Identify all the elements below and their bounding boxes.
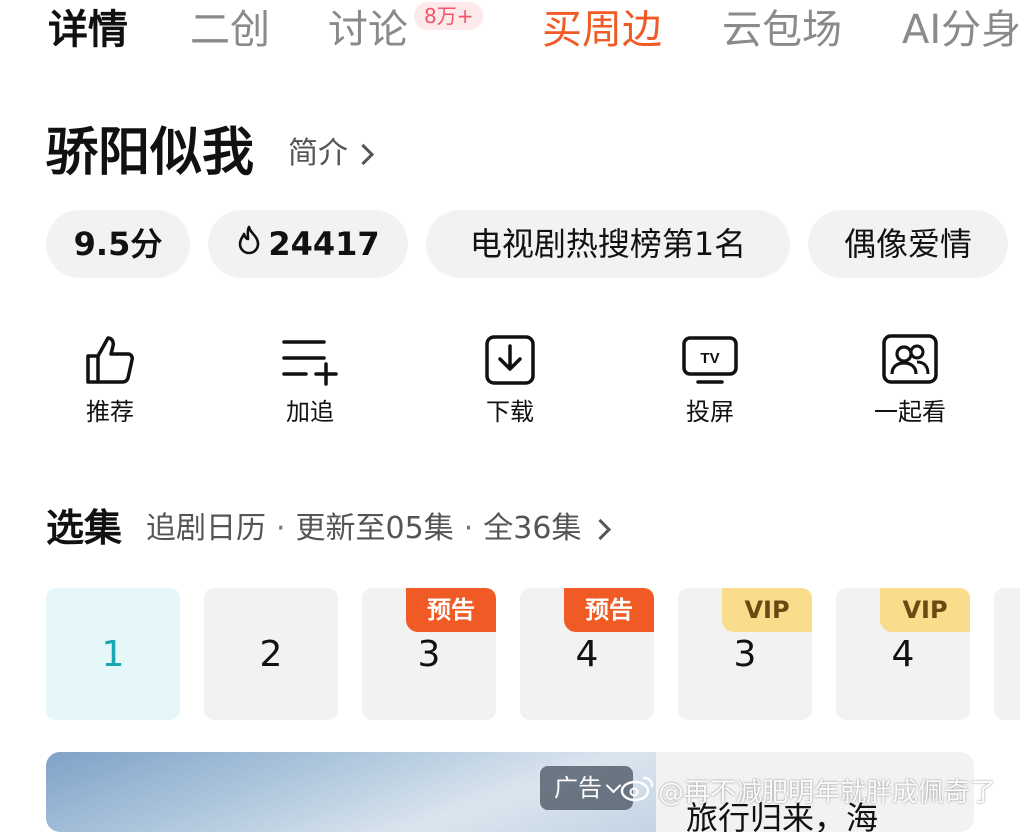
intro-link[interactable]: 简介: [288, 134, 375, 174]
episode-tile[interactable]: VIP 3: [678, 588, 812, 720]
score-value: 9.5分: [73, 225, 163, 263]
chevron-right-icon: [352, 143, 375, 165]
episodes-title: 选集: [46, 506, 123, 550]
tab-details[interactable]: 详情: [48, 4, 128, 56]
download-button[interactable]: 下载: [440, 332, 580, 442]
preview-badge: 预告: [564, 588, 654, 632]
tab-cloud-screening[interactable]: 云包场: [722, 4, 842, 56]
chevron-right-icon: [590, 518, 612, 540]
score-chip: 9.5分: [46, 210, 190, 278]
intro-label: 简介: [288, 136, 348, 171]
preview-badge: 预告: [406, 588, 496, 632]
episode-number: 4: [891, 633, 915, 675]
thumbs-up-icon: [40, 332, 180, 388]
separator-dot: ·: [276, 511, 286, 546]
heat-chip[interactable]: 24417: [208, 210, 408, 278]
recommend-label: 推荐: [86, 398, 134, 426]
rank-text: 电视剧热搜榜第1名: [469, 225, 747, 263]
flame-icon: [236, 210, 262, 278]
download-label: 下载: [486, 398, 534, 426]
tab-fan-creations[interactable]: 二创: [190, 4, 270, 56]
watch-together-label: 一起看: [874, 398, 946, 426]
watermark-text: @再不减肥明年就胖成佩奇了: [658, 778, 997, 808]
weibo-watermark: @再不减肥明年就胖成佩奇了: [620, 774, 996, 812]
top-tab-bar: 详情 二创 讨论 8万+ 买周边 云包场 AI分身: [0, 0, 1020, 60]
weibo-logo-icon: [620, 774, 654, 812]
genre-chip[interactable]: 偶像爱情: [808, 210, 1008, 278]
episode-tile[interactable]: 预告 3: [362, 588, 496, 720]
episode-number: 3: [417, 633, 441, 675]
discussion-count-badge: 8万+: [414, 2, 484, 30]
chevron-down-icon: [605, 777, 622, 793]
download-icon: [440, 332, 580, 388]
watch-together-icon: [840, 332, 980, 388]
separator-dot: ·: [463, 511, 474, 546]
vip-badge: VIP: [722, 588, 812, 632]
episode-number: 1: [101, 633, 125, 675]
show-title: 骄阳似我: [46, 123, 255, 183]
total-episodes: 全36集: [483, 511, 582, 546]
rank-chip[interactable]: 电视剧热搜榜第1名: [426, 210, 790, 278]
tab-merchandise[interactable]: 买周边: [542, 4, 662, 56]
add-to-list-icon: [240, 332, 380, 388]
svg-text:TV: TV: [700, 350, 719, 367]
episode-tile-partial[interactable]: [994, 588, 1020, 720]
recommend-button[interactable]: 推荐: [40, 332, 180, 442]
episode-tile[interactable]: VIP 4: [836, 588, 970, 720]
tab-ai-avatar[interactable]: AI分身: [902, 4, 1020, 56]
add-to-watchlist-label: 加追: [286, 398, 334, 426]
episodes-subheader[interactable]: 追剧日历 · 更新至05集 · 全36集: [146, 508, 612, 550]
tab-discussion[interactable]: 讨论: [328, 4, 408, 56]
update-status: 更新至05集: [295, 511, 454, 546]
vip-badge: VIP: [880, 588, 970, 632]
ad-label-text: 广告: [554, 774, 602, 802]
heat-value: 24417: [268, 225, 380, 263]
cast-to-tv-button[interactable]: TV 投屏: [640, 332, 780, 442]
drama-calendar-link[interactable]: 追剧日历: [146, 508, 266, 550]
episode-number: 4: [575, 633, 599, 675]
episode-tile[interactable]: 2: [204, 588, 338, 720]
tv-cast-icon: TV: [640, 332, 780, 388]
episode-tile[interactable]: 1: [46, 588, 180, 720]
watch-together-button[interactable]: 一起看: [840, 332, 980, 442]
cast-to-tv-label: 投屏: [686, 398, 734, 426]
genre-text: 偶像爱情: [843, 225, 972, 263]
episode-tile[interactable]: 预告 4: [520, 588, 654, 720]
add-to-watchlist-button[interactable]: 加追: [240, 332, 380, 442]
episode-number: 2: [259, 633, 283, 675]
episode-number: 3: [733, 633, 757, 675]
